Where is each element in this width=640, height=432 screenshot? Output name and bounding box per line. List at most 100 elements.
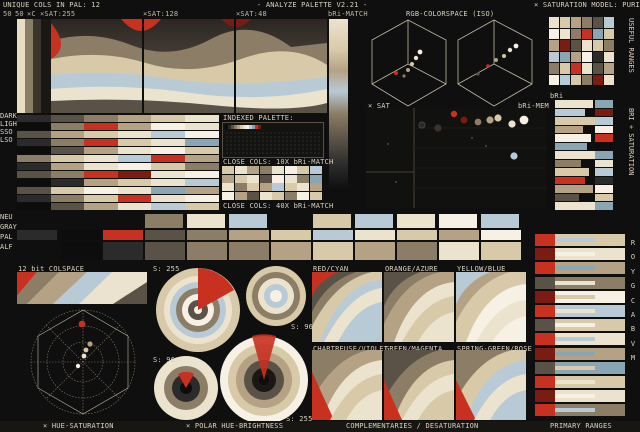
close-col-swatch bbox=[297, 183, 309, 191]
palette-swatch bbox=[560, 28, 570, 39]
saturation-landscape bbox=[51, 19, 327, 113]
left-labels-mid: NEU GRAY PAL ALF bbox=[0, 212, 17, 252]
primary-strip bbox=[555, 252, 595, 257]
band-swatch bbox=[397, 242, 437, 260]
brightness-swatch bbox=[50, 203, 85, 210]
complementary-gradients bbox=[312, 272, 526, 420]
primary-strip bbox=[535, 248, 555, 261]
brightness-swatch bbox=[151, 139, 186, 146]
brightness-swatch bbox=[84, 179, 119, 186]
indexed-swatch bbox=[258, 125, 261, 129]
brightness-swatch bbox=[151, 115, 186, 122]
close-col-swatch bbox=[234, 183, 247, 191]
brightness-swatch bbox=[151, 155, 186, 162]
bri-bar bbox=[595, 100, 613, 108]
bri-bar bbox=[595, 202, 613, 210]
bri-bar bbox=[595, 125, 613, 133]
band-swatch bbox=[313, 214, 351, 228]
close-col-swatch bbox=[247, 183, 259, 191]
palette-swatch bbox=[571, 17, 581, 28]
close-col-swatch bbox=[234, 174, 247, 183]
band-swatch bbox=[355, 214, 393, 228]
primary-letter: V bbox=[630, 339, 636, 348]
bri-bar bbox=[595, 108, 613, 116]
primary-letter: O bbox=[630, 253, 636, 262]
brightness-swatch bbox=[50, 123, 85, 130]
close-col-swatch bbox=[297, 174, 309, 183]
sat-label-1: 50 bbox=[3, 10, 12, 18]
brightness-swatch bbox=[17, 115, 51, 122]
band-swatch bbox=[187, 214, 225, 228]
palette-swatch bbox=[604, 51, 614, 62]
band-swatch bbox=[61, 242, 101, 260]
brightness-swatch bbox=[84, 163, 119, 170]
palette-swatch bbox=[604, 17, 614, 28]
close-col-swatch bbox=[284, 174, 297, 183]
close-col-swatch bbox=[297, 191, 309, 200]
brightness-swatch bbox=[84, 203, 119, 210]
close-col-swatch bbox=[297, 166, 309, 174]
close-col-swatch bbox=[259, 166, 272, 174]
close-col-swatch bbox=[309, 166, 322, 174]
brightness-swatch bbox=[117, 147, 152, 154]
palette-swatch bbox=[593, 40, 603, 51]
palette-swatch bbox=[571, 63, 581, 74]
band-swatch bbox=[271, 230, 311, 240]
brightness-swatch bbox=[84, 147, 119, 154]
bri-label: bRi bbox=[550, 92, 564, 100]
primary-strip bbox=[555, 365, 595, 370]
neutral-gray-bands bbox=[17, 214, 522, 262]
band-swatch bbox=[103, 230, 143, 240]
close-col-swatch bbox=[272, 191, 284, 200]
palette-swatch bbox=[549, 17, 559, 28]
brightness-swatch bbox=[185, 171, 219, 178]
brightness-swatch bbox=[117, 179, 152, 186]
palette-swatch bbox=[560, 17, 570, 28]
close-col-swatch bbox=[272, 174, 284, 183]
close-col-swatch bbox=[222, 174, 234, 183]
dark-label: DARK bbox=[0, 112, 17, 120]
band-swatch bbox=[229, 230, 269, 240]
primary-letters: R O Y G C A B V M bbox=[629, 236, 637, 366]
polar-s96-b: S: 96 bbox=[153, 356, 176, 364]
band-swatch bbox=[145, 230, 185, 240]
palette-swatch bbox=[582, 17, 592, 28]
brightness-swatch bbox=[185, 123, 219, 130]
polar-s255-a: S: 255 bbox=[153, 265, 180, 273]
palette-swatch bbox=[560, 51, 570, 62]
close-cols-10-grid bbox=[222, 166, 322, 200]
close-col-swatch bbox=[272, 166, 284, 174]
close-col-swatch bbox=[259, 191, 272, 200]
bri-bar bbox=[595, 176, 613, 184]
band-swatch bbox=[145, 242, 185, 260]
brightness-swatch bbox=[185, 203, 219, 210]
brightness-swatch bbox=[17, 131, 51, 138]
sat-label-mid: ×SAT:128 bbox=[143, 10, 179, 18]
palette-swatch bbox=[560, 40, 570, 51]
bri-saturation-label: BRI + SATURATION bbox=[627, 108, 635, 176]
brightness-swatch bbox=[151, 123, 186, 130]
alf-label: ALF bbox=[0, 243, 13, 251]
brightness-swatch bbox=[117, 187, 152, 194]
brightness-swatch bbox=[84, 155, 119, 162]
palette-grid bbox=[549, 17, 615, 87]
brightness-swatch bbox=[117, 195, 152, 202]
primary-strip bbox=[535, 376, 555, 388]
brightness-swatch bbox=[50, 187, 85, 194]
close-col-swatch bbox=[234, 191, 247, 200]
brightness-swatch bbox=[50, 147, 85, 154]
bri-bar bbox=[555, 108, 585, 116]
close-col-swatch bbox=[309, 174, 322, 183]
close-col-swatch bbox=[284, 191, 297, 200]
brightness-swatch bbox=[185, 179, 219, 186]
primary-strip bbox=[535, 290, 555, 303]
palette-swatch bbox=[582, 63, 592, 74]
palette-swatch bbox=[582, 28, 592, 39]
brightness-swatch bbox=[50, 115, 85, 122]
brightness-swatch bbox=[151, 147, 186, 154]
close-col-swatch bbox=[222, 183, 234, 191]
bri-bar bbox=[595, 193, 613, 201]
brightness-swatch bbox=[185, 195, 219, 202]
primary-strip bbox=[555, 238, 595, 242]
sso-label: SSO bbox=[0, 128, 13, 136]
